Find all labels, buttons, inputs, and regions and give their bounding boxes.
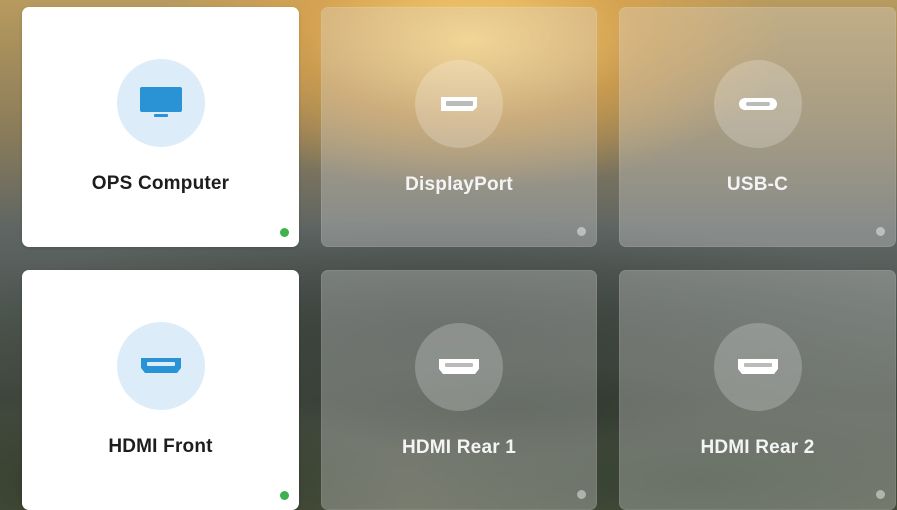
status-indicator-connected [280, 491, 289, 500]
displayport-icon [415, 60, 503, 148]
source-label: DisplayPort [405, 174, 513, 195]
source-tile-hdmi-front[interactable]: HDMI Front [22, 270, 299, 510]
source-tile-hdmi-rear-1[interactable]: HDMI Rear 1 [321, 270, 597, 510]
monitor-icon [116, 59, 205, 147]
source-tile-displayport[interactable]: DisplayPort [321, 7, 597, 247]
source-tile-hdmi-rear-2[interactable]: HDMI Rear 2 [619, 270, 896, 510]
source-label: USB-C [726, 174, 789, 195]
source-tile-ops-computer[interactable]: OPS Computer [22, 7, 299, 247]
source-label: OPS Computer [91, 173, 230, 194]
status-indicator-disconnected [577, 490, 586, 499]
source-label: HDMI Front [108, 436, 213, 457]
source-label: HDMI Rear 2 [700, 437, 815, 458]
source-tile-usb-c[interactable]: USB-C [619, 7, 896, 247]
status-indicator-disconnected [876, 490, 885, 499]
status-indicator-disconnected [876, 227, 885, 236]
source-label: HDMI Rear 1 [401, 437, 517, 458]
hdmi-icon [116, 322, 205, 410]
status-indicator-disconnected [577, 227, 586, 236]
usb-c-icon [713, 60, 802, 148]
status-indicator-connected [280, 228, 289, 237]
hdmi-icon [713, 323, 802, 411]
hdmi-icon [415, 323, 503, 411]
